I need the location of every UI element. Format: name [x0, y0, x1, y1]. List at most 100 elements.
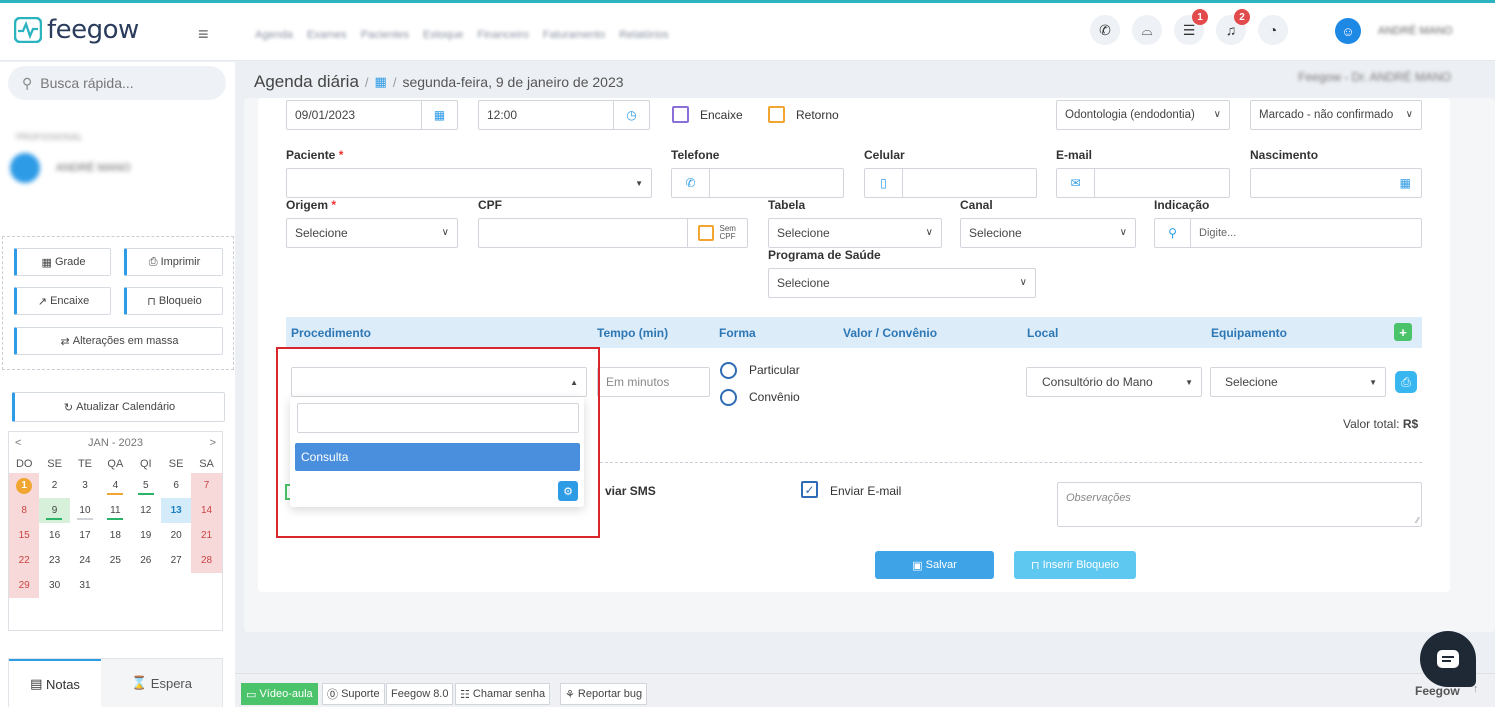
alteracoes-em-massa-button[interactable]: ⇄ Alterações em massa	[14, 327, 223, 355]
phone-icon[interactable]: ✆	[1090, 15, 1120, 45]
canal-select[interactable]: Selecione ∨	[960, 218, 1136, 248]
print-procedure-button[interactable]: ⎙	[1395, 371, 1417, 393]
calendar-day[interactable]: 17	[70, 523, 100, 548]
origem-value: Selecione	[295, 226, 348, 240]
encaixe-button[interactable]: ↗ Encaixe	[14, 287, 111, 315]
calendar-day[interactable]: 1	[9, 473, 40, 498]
retorno-checkbox[interactable]	[768, 106, 785, 123]
time-field[interactable]: 12:00 ◷	[478, 100, 650, 130]
prev-month-button[interactable]: <	[15, 437, 21, 449]
salvar-button[interactable]: ▣ Salvar	[875, 551, 994, 579]
origem-select[interactable]: Selecione ∨	[286, 218, 458, 248]
chat-widget-button[interactable]	[1420, 631, 1476, 687]
calendar-day[interactable]: 2	[39, 473, 69, 498]
atualizar-calendario-button[interactable]: ↻ Atualizar Calendário	[12, 392, 225, 422]
menu-item[interactable]: Agenda	[255, 29, 293, 41]
sem-cpf-toggle[interactable]: Sem CPF	[687, 219, 747, 247]
hamburger-menu-icon[interactable]: ≡	[198, 24, 209, 45]
menu-item[interactable]: Pacientes	[361, 29, 409, 41]
email-field[interactable]: ✉	[1056, 168, 1230, 198]
add-procedure-button[interactable]: +	[1394, 323, 1412, 341]
video-aula-button[interactable]: ▭ Vídeo-aula	[241, 683, 318, 705]
email-checkbox[interactable]: ✓	[801, 481, 818, 498]
tab-notas[interactable]: ▤ Notas	[9, 659, 101, 707]
calendar-day[interactable]: 13	[160, 498, 192, 523]
calendar-day[interactable]: 7	[191, 473, 222, 498]
calendar-day[interactable]: 26	[131, 548, 161, 573]
calendar-day[interactable]: 5	[131, 473, 161, 498]
calendar-day[interactable]: 21	[191, 523, 222, 548]
imprimir-button[interactable]: ⎙ Imprimir	[124, 248, 223, 276]
paciente-select[interactable]: ▼	[286, 168, 652, 198]
grade-button[interactable]: ▦ Grade	[14, 248, 111, 276]
tabela-select[interactable]: Selecione ∨	[768, 218, 942, 248]
programa-select[interactable]: Selecione ∨	[768, 268, 1036, 298]
equipamento-select[interactable]: Selecione ▼	[1210, 367, 1386, 397]
nascimento-field[interactable]: ▦	[1250, 168, 1422, 198]
reportar-bug-button[interactable]: ⚘ Reportar bug	[560, 683, 648, 705]
calendar-day[interactable]: 16	[39, 523, 69, 548]
calendar-day[interactable]: 3	[70, 473, 100, 498]
sem-cpf-checkbox[interactable]	[697, 225, 714, 241]
calendar-icon[interactable]: ▦	[421, 101, 457, 129]
calendar-day[interactable]: 19	[131, 523, 161, 548]
calendar-day[interactable]: 11	[100, 498, 130, 523]
calendar-day[interactable]: 20	[161, 523, 191, 548]
calendar-day[interactable]: 15	[9, 523, 40, 548]
calendar-day[interactable]: 8	[9, 498, 40, 523]
tasks-icon[interactable]: ☰ 1	[1174, 9, 1208, 45]
menu-item[interactable]: Financeiro	[477, 29, 528, 41]
calendar-day[interactable]: 9	[39, 498, 70, 523]
chat-icon[interactable]: ◔	[1258, 15, 1288, 45]
menu-item[interactable]: Relatórios	[619, 29, 669, 41]
cpf-field[interactable]: Sem CPF	[478, 218, 748, 248]
quick-search-input[interactable]: ⚲ Busca rápida...	[8, 66, 226, 100]
observacoes-field[interactable]: Observações ⁄⁄	[1057, 482, 1422, 527]
profile-selector[interactable]: ANDRÉ MANO	[10, 152, 220, 184]
status-select[interactable]: Marcado - não confirmado ∨	[1250, 100, 1422, 130]
bell-icon[interactable]: ♫ 2	[1216, 9, 1250, 45]
user-avatar[interactable]: ☺	[1335, 18, 1361, 44]
particular-radio[interactable]	[720, 362, 737, 379]
indicacao-field[interactable]: ⚲ Digite...	[1154, 218, 1422, 248]
inbox-icon[interactable]: ⌓	[1132, 15, 1162, 45]
local-select[interactable]: Consultório do Mano ▼	[1026, 367, 1202, 397]
next-month-button[interactable]: >	[210, 437, 216, 449]
calendar-day[interactable]: 22	[9, 548, 40, 573]
calendar-day[interactable]: 27	[161, 548, 191, 573]
menu-item[interactable]: Estoque	[423, 29, 463, 41]
calendar-day[interactable]: 4	[100, 473, 130, 498]
tempo-field[interactable]: Em minutos	[597, 367, 710, 397]
atualizar-label: Atualizar Calendário	[76, 401, 176, 413]
calendar-icon[interactable]: ▦	[1400, 176, 1411, 190]
calendar-day[interactable]: 14	[191, 498, 222, 523]
clock-icon[interactable]: ◷	[613, 101, 649, 129]
bloqueio-button[interactable]: ⊓ Bloqueio	[124, 287, 223, 315]
chamar-senha-button[interactable]: ☷ Chamar senha	[455, 683, 551, 705]
date-field[interactable]: 09/01/2023 ▦	[286, 100, 458, 130]
resize-handle-icon[interactable]: ⁄⁄	[1416, 516, 1419, 525]
calendar-day[interactable]: 29	[9, 573, 40, 598]
suporte-button[interactable]: ⓪ Suporte	[322, 683, 385, 705]
calendar-day[interactable]: 12	[131, 498, 161, 523]
calendar-day[interactable]: 6	[161, 473, 191, 498]
tab-espera[interactable]: ⌛ Espera	[101, 659, 222, 707]
celular-field[interactable]: ▯	[864, 168, 1037, 198]
calendar-day[interactable]: 31	[70, 573, 100, 598]
calendar-day[interactable]: 23	[39, 548, 69, 573]
convenio-radio[interactable]	[720, 389, 737, 406]
menu-item[interactable]: Exames	[307, 29, 347, 41]
calendar-day[interactable]: 28	[191, 548, 222, 573]
menu-item[interactable]: Faturamento	[543, 29, 605, 41]
calendar-day[interactable]: 24	[70, 548, 100, 573]
telefone-field[interactable]: ✆	[671, 168, 844, 198]
inserir-bloqueio-button[interactable]: ⊓ Inserir Bloqueio	[1014, 551, 1136, 579]
calendar-day[interactable]: 18	[100, 523, 130, 548]
encaixe-checkbox[interactable]	[672, 106, 689, 123]
especialidade-select[interactable]: Odontologia (endodontia) ∨	[1056, 100, 1230, 130]
user-name[interactable]: ANDRÉ MANO	[1378, 25, 1453, 37]
feegow-logo[interactable]: feegow	[14, 15, 139, 45]
calendar-day[interactable]: 30	[39, 573, 69, 598]
calendar-day[interactable]: 25	[100, 548, 130, 573]
calendar-day[interactable]: 10	[70, 498, 100, 523]
